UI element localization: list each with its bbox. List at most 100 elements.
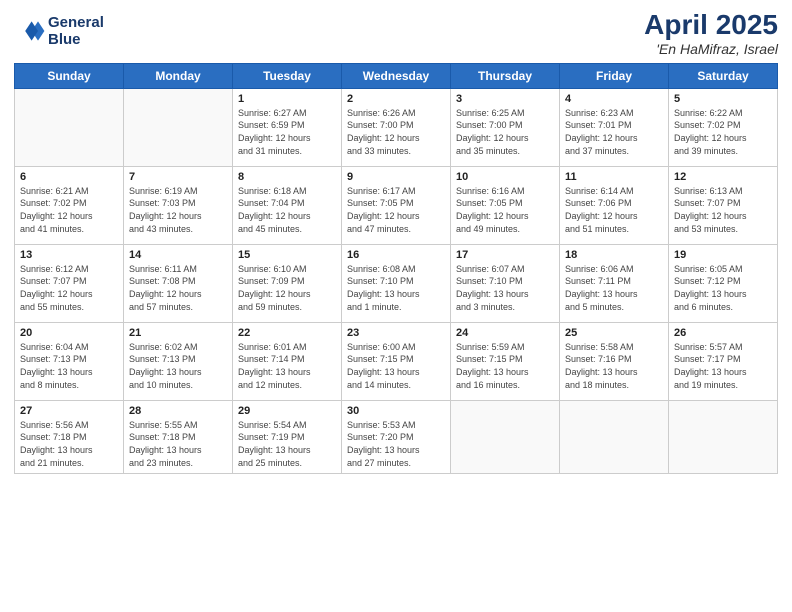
day-info: Sunrise: 5:59 AM Sunset: 7:15 PM Dayligh… <box>456 341 554 391</box>
day-number: 8 <box>238 171 336 183</box>
day-info: Sunrise: 5:58 AM Sunset: 7:16 PM Dayligh… <box>565 341 663 391</box>
day-info: Sunrise: 6:13 AM Sunset: 7:07 PM Dayligh… <box>674 185 772 235</box>
calendar-table: SundayMondayTuesdayWednesdayThursdayFrid… <box>14 63 778 474</box>
day-number: 24 <box>456 327 554 339</box>
day-number: 12 <box>674 171 772 183</box>
day-number: 22 <box>238 327 336 339</box>
day-number: 7 <box>129 171 227 183</box>
day-info: Sunrise: 6:22 AM Sunset: 7:02 PM Dayligh… <box>674 107 772 157</box>
day-info: Sunrise: 5:57 AM Sunset: 7:17 PM Dayligh… <box>674 341 772 391</box>
day-info: Sunrise: 6:23 AM Sunset: 7:01 PM Dayligh… <box>565 107 663 157</box>
calendar-cell <box>669 400 778 473</box>
day-number: 17 <box>456 249 554 261</box>
calendar-cell: 1 Sunrise: 6:27 AM Sunset: 6:59 PM Daylig… <box>233 88 342 166</box>
calendar-cell: 5 Sunrise: 6:22 AM Sunset: 7:02 PM Daylig… <box>669 88 778 166</box>
calendar-cell: 15 Sunrise: 6:10 AM Sunset: 7:09 PM Dayli… <box>233 244 342 322</box>
calendar-cell: 13 Sunrise: 6:12 AM Sunset: 7:07 PM Dayli… <box>15 244 124 322</box>
day-number: 3 <box>456 93 554 105</box>
day-info: Sunrise: 6:01 AM Sunset: 7:14 PM Dayligh… <box>238 341 336 391</box>
calendar-cell: 4 Sunrise: 6:23 AM Sunset: 7:01 PM Daylig… <box>560 88 669 166</box>
logo: General Blue <box>14 14 104 48</box>
calendar-cell: 24 Sunrise: 5:59 AM Sunset: 7:15 PM Dayli… <box>451 322 560 400</box>
day-info: Sunrise: 5:55 AM Sunset: 7:18 PM Dayligh… <box>129 419 227 469</box>
calendar-cell <box>124 88 233 166</box>
day-number: 25 <box>565 327 663 339</box>
day-info: Sunrise: 6:25 AM Sunset: 7:00 PM Dayligh… <box>456 107 554 157</box>
day-info: Sunrise: 6:05 AM Sunset: 7:12 PM Dayligh… <box>674 263 772 313</box>
header: General Blue April 2025 'En HaMifraz, Is… <box>14 10 778 57</box>
logo-icon <box>14 15 46 47</box>
calendar-cell: 21 Sunrise: 6:02 AM Sunset: 7:13 PM Dayli… <box>124 322 233 400</box>
day-number: 28 <box>129 405 227 417</box>
calendar-cell: 30 Sunrise: 5:53 AM Sunset: 7:20 PM Dayli… <box>342 400 451 473</box>
day-number: 4 <box>565 93 663 105</box>
day-number: 14 <box>129 249 227 261</box>
day-info: Sunrise: 6:11 AM Sunset: 7:08 PM Dayligh… <box>129 263 227 313</box>
day-number: 11 <box>565 171 663 183</box>
calendar-cell: 18 Sunrise: 6:06 AM Sunset: 7:11 PM Dayli… <box>560 244 669 322</box>
day-info: Sunrise: 6:10 AM Sunset: 7:09 PM Dayligh… <box>238 263 336 313</box>
day-info: Sunrise: 6:12 AM Sunset: 7:07 PM Dayligh… <box>20 263 118 313</box>
day-number: 16 <box>347 249 445 261</box>
weekday-header-saturday: Saturday <box>669 63 778 88</box>
day-number: 13 <box>20 249 118 261</box>
day-number: 2 <box>347 93 445 105</box>
day-number: 5 <box>674 93 772 105</box>
day-number: 1 <box>238 93 336 105</box>
calendar-cell: 29Sunrise: 5:54 AM Sunset: 7:19 PM Dayli… <box>233 400 342 473</box>
calendar-cell: 17Sunrise: 6:07 AM Sunset: 7:10 PM Dayli… <box>451 244 560 322</box>
month-title: April 2025 <box>644 10 778 41</box>
day-info: Sunrise: 6:02 AM Sunset: 7:13 PM Dayligh… <box>129 341 227 391</box>
page-container: General Blue April 2025 'En HaMifraz, Is… <box>0 0 792 612</box>
calendar-cell: 9Sunrise: 6:17 AM Sunset: 7:05 PM Daylig… <box>342 166 451 244</box>
calendar-cell: 19Sunrise: 6:05 AM Sunset: 7:12 PM Dayli… <box>669 244 778 322</box>
calendar-cell: 11 Sunrise: 6:14 AM Sunset: 7:06 PM Dayli… <box>560 166 669 244</box>
calendar-cell: 27 Sunrise: 5:56 AM Sunset: 7:18 PM Dayli… <box>15 400 124 473</box>
calendar-cell <box>560 400 669 473</box>
day-number: 30 <box>347 405 445 417</box>
day-info: Sunrise: 6:14 AM Sunset: 7:06 PM Dayligh… <box>565 185 663 235</box>
day-info: Sunrise: 5:54 AM Sunset: 7:19 PM Dayligh… <box>238 419 336 469</box>
calendar-cell: 26 Sunrise: 5:57 AM Sunset: 7:17 PM Dayli… <box>669 322 778 400</box>
weekday-header-friday: Friday <box>560 63 669 88</box>
day-number: 21 <box>129 327 227 339</box>
weekday-header-wednesday: Wednesday <box>342 63 451 88</box>
calendar-cell: 14 Sunrise: 6:11 AM Sunset: 7:08 PM Dayli… <box>124 244 233 322</box>
day-number: 27 <box>20 405 118 417</box>
day-info: Sunrise: 6:21 AM Sunset: 7:02 PM Dayligh… <box>20 185 118 235</box>
weekday-header-monday: Monday <box>124 63 233 88</box>
day-number: 20 <box>20 327 118 339</box>
calendar-cell <box>15 88 124 166</box>
day-info: Sunrise: 6:04 AM Sunset: 7:13 PM Dayligh… <box>20 341 118 391</box>
day-info: Sunrise: 5:53 AM Sunset: 7:20 PM Dayligh… <box>347 419 445 469</box>
calendar-cell: 8 Sunrise: 6:18 AM Sunset: 7:04 PM Daylig… <box>233 166 342 244</box>
day-info: Sunrise: 6:08 AM Sunset: 7:10 PM Dayligh… <box>347 263 445 313</box>
day-number: 15 <box>238 249 336 261</box>
day-number: 6 <box>20 171 118 183</box>
day-info: Sunrise: 6:06 AM Sunset: 7:11 PM Dayligh… <box>565 263 663 313</box>
day-number: 18 <box>565 249 663 261</box>
day-number: 10 <box>456 171 554 183</box>
calendar-cell: 12 Sunrise: 6:13 AM Sunset: 7:07 PM Dayli… <box>669 166 778 244</box>
calendar-cell: 16 Sunrise: 6:08 AM Sunset: 7:10 PM Dayli… <box>342 244 451 322</box>
day-info: Sunrise: 6:18 AM Sunset: 7:04 PM Dayligh… <box>238 185 336 235</box>
day-info: Sunrise: 6:16 AM Sunset: 7:05 PM Dayligh… <box>456 185 554 235</box>
day-info: Sunrise: 6:19 AM Sunset: 7:03 PM Dayligh… <box>129 185 227 235</box>
calendar-cell: 3 Sunrise: 6:25 AM Sunset: 7:00 PM Daylig… <box>451 88 560 166</box>
calendar-cell: 7 Sunrise: 6:19 AM Sunset: 7:03 PM Daylig… <box>124 166 233 244</box>
day-info: Sunrise: 5:56 AM Sunset: 7:18 PM Dayligh… <box>20 419 118 469</box>
calendar-cell: 6 Sunrise: 6:21 AM Sunset: 7:02 PM Daylig… <box>15 166 124 244</box>
logo-text: General Blue <box>48 14 104 48</box>
calendar-cell: 28 Sunrise: 5:55 AM Sunset: 7:18 PM Dayli… <box>124 400 233 473</box>
calendar-header-row: SundayMondayTuesdayWednesdayThursdayFrid… <box>15 63 778 88</box>
calendar-cell: 20 Sunrise: 6:04 AM Sunset: 7:13 PM Dayli… <box>15 322 124 400</box>
day-number: 23 <box>347 327 445 339</box>
day-number: 26 <box>674 327 772 339</box>
title-block: April 2025 'En HaMifraz, Israel <box>644 10 778 57</box>
weekday-header-sunday: Sunday <box>15 63 124 88</box>
day-info: Sunrise: 6:26 AM Sunset: 7:00 PM Dayligh… <box>347 107 445 157</box>
day-info: Sunrise: 6:27 AM Sunset: 6:59 PM Dayligh… <box>238 107 336 157</box>
calendar-cell: 22 Sunrise: 6:01 AM Sunset: 7:14 PM Dayli… <box>233 322 342 400</box>
calendar-cell: 10 Sunrise: 6:16 AM Sunset: 7:05 PM Dayli… <box>451 166 560 244</box>
calendar-cell: 23Sunrise: 6:00 AM Sunset: 7:15 PM Dayli… <box>342 322 451 400</box>
